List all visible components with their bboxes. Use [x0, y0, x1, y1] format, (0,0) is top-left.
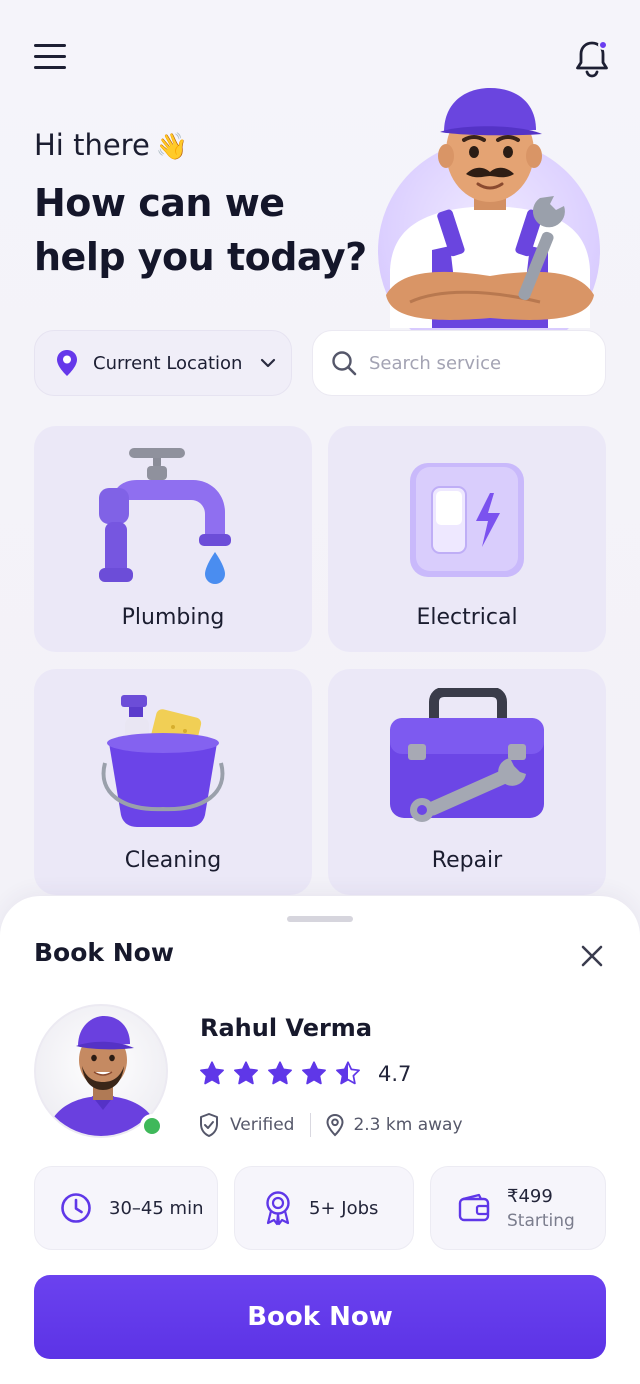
- light-switch-icon: [410, 463, 524, 577]
- search-box[interactable]: [312, 330, 606, 396]
- provider-name: Rahul Verma: [200, 1014, 373, 1042]
- price-stat: ₹499 Starting: [430, 1166, 606, 1250]
- star-half-icon: [336, 1061, 360, 1085]
- search-input[interactable]: [369, 352, 589, 374]
- service-card-cleaning[interactable]: Cleaning: [34, 669, 312, 895]
- jobs-stat: 5+ Jobs: [234, 1166, 414, 1250]
- greeting-text: Hi there: [34, 128, 150, 162]
- hamburger-line: [34, 55, 66, 58]
- service-label: Plumbing: [121, 605, 225, 630]
- page-title: How can we help you today?: [34, 181, 367, 279]
- star-filled-icon: [302, 1061, 326, 1085]
- sheet-title: Book Now: [34, 938, 174, 967]
- book-now-button[interactable]: Book Now: [34, 1275, 606, 1359]
- technician-illustration: [370, 80, 610, 328]
- service-label: Cleaning: [124, 848, 222, 873]
- hamburger-line: [34, 66, 66, 69]
- service-card-electrical[interactable]: Electrical: [328, 426, 606, 652]
- star-rating: [198, 1060, 368, 1086]
- cleaning-bucket-icon: [101, 695, 225, 827]
- online-status-indicator: [140, 1114, 164, 1138]
- menu-button[interactable]: [34, 44, 68, 74]
- award-badge-icon: [266, 1191, 290, 1226]
- rating-value: 4.7: [378, 1062, 412, 1086]
- clock-icon: [61, 1193, 91, 1223]
- location-label: Current Location: [93, 352, 243, 374]
- notifications-button[interactable]: [572, 38, 612, 80]
- service-card-repair[interactable]: Repair: [328, 669, 606, 895]
- duration-value: 30–45 min: [109, 1197, 204, 1219]
- service-label: Electrical: [416, 605, 518, 630]
- location-selector[interactable]: Current Location: [34, 330, 292, 396]
- star-filled-icon: [268, 1061, 292, 1085]
- verified-label: Verified: [230, 1115, 295, 1135]
- distance-label: 2.3 km away: [353, 1115, 463, 1135]
- waving-hand-icon: 👋: [155, 132, 189, 162]
- provider-meta: Verified 2.3 km away: [198, 1112, 463, 1138]
- greeting: Hi there 👋: [34, 128, 188, 162]
- hamburger-menu-icon: [34, 44, 66, 47]
- map-pin-outline-icon: [326, 1113, 344, 1137]
- price-note: Starting: [507, 1210, 575, 1231]
- faucet-icon: [99, 448, 231, 584]
- chevron-down-icon: [261, 358, 276, 368]
- jobs-value: 5+ Jobs: [309, 1197, 379, 1219]
- service-label: Repair: [431, 848, 503, 873]
- duration-stat: 30–45 min: [34, 1166, 218, 1250]
- wallet-icon: [458, 1193, 490, 1222]
- sheet-drag-handle[interactable]: [287, 916, 353, 922]
- search-icon: [332, 351, 357, 376]
- service-card-plumbing[interactable]: Plumbing: [34, 426, 312, 652]
- notification-badge: [598, 40, 608, 50]
- toolbox-icon: [390, 688, 544, 822]
- close-button[interactable]: [576, 940, 608, 972]
- divider: [310, 1113, 312, 1137]
- close-icon: [581, 945, 603, 967]
- shield-check-icon: [200, 1113, 218, 1137]
- star-filled-icon: [234, 1061, 258, 1085]
- star-filled-icon: [200, 1061, 224, 1085]
- price-value: ₹499: [507, 1185, 553, 1207]
- map-pin-icon: [57, 350, 77, 376]
